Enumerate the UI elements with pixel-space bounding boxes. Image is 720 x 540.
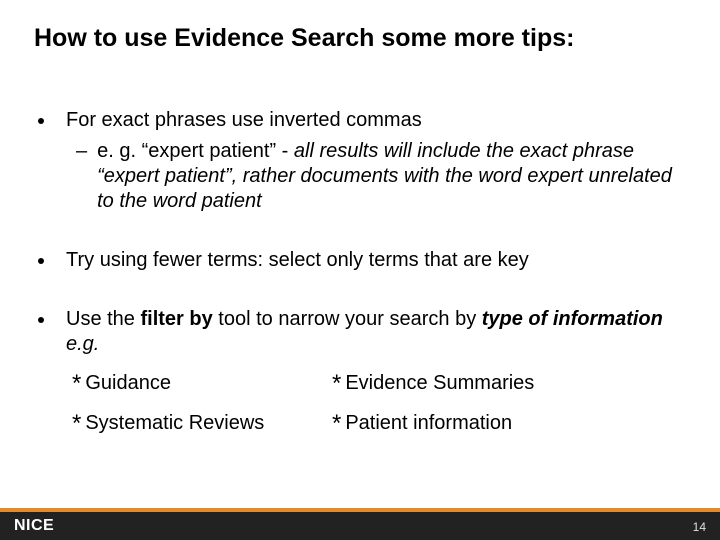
star-grid: *Guidance *Evidence Summaries *Systemati… [72, 369, 680, 439]
star-item-systematic-reviews: *Systematic Reviews [72, 409, 312, 439]
bullet-1-sub-text: e. g. “expert patient” - all results wil… [97, 139, 680, 214]
b3-seg3: tool to narrow your search by [213, 308, 482, 330]
slide-title: How to use Evidence Search some more tip… [34, 24, 686, 53]
bullet-item-1: For exact phrases use inverted commas [34, 108, 680, 133]
bullet-item-3: Use the filter by tool to narrow your se… [34, 307, 680, 357]
star-icon: * [72, 370, 81, 397]
page-number: 14 [693, 520, 706, 534]
star-icon: * [72, 410, 81, 437]
dash-icon: – [76, 139, 87, 164]
b3-seg1: Use the [66, 308, 140, 330]
star-label: Evidence Summaries [345, 372, 534, 394]
spacer [34, 220, 680, 248]
bullet-dot-icon [38, 317, 44, 323]
bullet-dot-icon [38, 258, 44, 264]
slide-body: For exact phrases use inverted commas – … [34, 108, 680, 439]
sub-lead: e. g. “expert patient” - [97, 140, 294, 162]
bullet-3-text: Use the filter by tool to narrow your se… [66, 307, 680, 357]
nice-logo: NICE [14, 517, 54, 535]
star-item-patient-information: *Patient information [332, 409, 680, 439]
bullet-2-text: Try using fewer terms: select only terms… [66, 248, 529, 273]
footer: NICE 14 [0, 512, 720, 540]
star-item-evidence-summaries: *Evidence Summaries [332, 369, 680, 399]
star-item-guidance: *Guidance [72, 369, 312, 399]
star-label: Patient information [345, 412, 512, 434]
b3-seg2: filter by [140, 308, 212, 330]
bullet-dot-icon [38, 118, 44, 124]
spacer [34, 279, 680, 307]
star-icon: * [332, 370, 341, 397]
star-icon: * [332, 410, 341, 437]
star-label: Systematic Reviews [85, 412, 264, 434]
b3-seg4: type of information [482, 308, 663, 330]
slide: How to use Evidence Search some more tip… [0, 0, 720, 540]
bullet-1-text: For exact phrases use inverted commas [66, 108, 422, 133]
bullet-item-2: Try using fewer terms: select only terms… [34, 248, 680, 273]
star-label: Guidance [85, 372, 171, 394]
bullet-1-sub: – e. g. “expert patient” - all results w… [76, 139, 680, 214]
b3-seg5: e.g. [66, 333, 99, 355]
